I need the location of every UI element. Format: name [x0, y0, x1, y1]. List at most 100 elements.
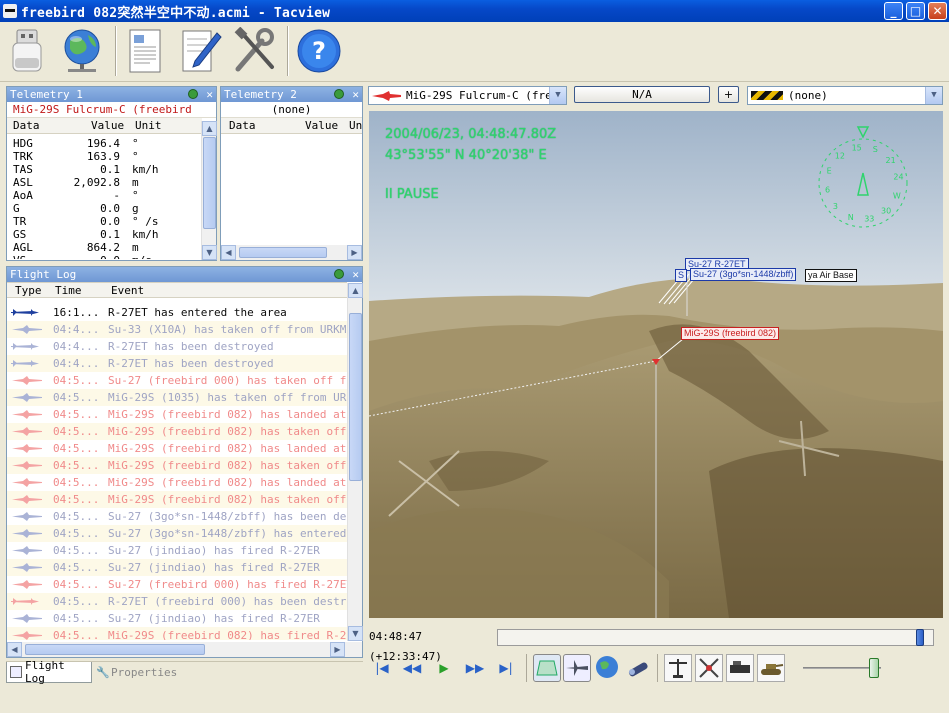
log-row[interactable]: 04:5... MiG-29S (1035) has taken off from…: [7, 389, 347, 406]
tag-airbase[interactable]: ya Air Base: [805, 269, 857, 282]
telemetry-row[interactable]: TRK 163.9 °: [7, 150, 202, 163]
scroll-left-icon[interactable]: ◀: [221, 245, 236, 260]
col-value[interactable]: Value: [305, 118, 338, 134]
cockpit-view-icon[interactable]: [533, 654, 561, 682]
chevron-down-icon[interactable]: ▼: [925, 87, 942, 104]
speed-slider[interactable]: [803, 658, 881, 678]
globe-network-icon[interactable]: [57, 25, 107, 77]
maximize-button[interactable]: □: [906, 2, 925, 20]
log-row[interactable]: 04:5... Su-27 (3go*sn-1448/zbff) has been…: [7, 508, 347, 525]
log-row[interactable]: 04:5... Su-27 (freebird 000) has taken of…: [7, 372, 347, 389]
telemetry-row[interactable]: HDG 196.4 °: [7, 137, 202, 150]
telemetry-1-object[interactable]: MiG-29S Fulcrum-C (freebird 082): [7, 102, 216, 132]
log-row[interactable]: 04:5... Su-27 (jindiao) has fired R-27ER: [7, 559, 347, 576]
pin-icon[interactable]: [188, 89, 198, 99]
log-row[interactable]: 04:5... MiG-29S (freebird 082) has landed…: [7, 406, 347, 423]
help-icon[interactable]: ?: [294, 25, 344, 77]
col-time[interactable]: Time: [55, 283, 82, 299]
globe-view-icon[interactable]: [594, 654, 622, 682]
weapons-icon[interactable]: [695, 654, 723, 682]
usb-drive-icon[interactable]: [2, 25, 52, 77]
flight-log-hscrollbar[interactable]: ◀ ▶: [7, 642, 362, 657]
minimize-button[interactable]: _: [884, 2, 903, 20]
log-row[interactable]: 04:5... MiG-29S (freebird 082) has taken …: [7, 457, 347, 474]
telemetry-row[interactable]: GS 0.1 km/h: [7, 228, 202, 241]
scroll-right-icon[interactable]: ▶: [347, 245, 362, 260]
log-row[interactable]: 04:5... Su-27 (3go*sn-1448/zbff) has ente…: [7, 525, 347, 542]
log-row[interactable]: 04:5... MiG-29S (freebird 082) has landed…: [7, 440, 347, 457]
telemetry-row[interactable]: AoA - °: [7, 189, 202, 202]
fast-forward-icon[interactable]: ▶▶: [463, 656, 487, 680]
tab-properties[interactable]: 🔧 Properties: [92, 662, 182, 682]
tab-flight-log[interactable]: Flight Log: [6, 659, 92, 685]
log-row[interactable]: 04:5... R-27ET (freebird 000) has been de…: [7, 593, 347, 610]
telemetry-row[interactable]: ASL 2,092.8 m: [7, 176, 202, 189]
telemetry-1-scrollbar[interactable]: ▲ ▼: [201, 121, 217, 260]
pin-icon[interactable]: [334, 269, 344, 279]
scroll-thumb[interactable]: [25, 644, 205, 655]
chevron-down-icon[interactable]: ▼: [549, 87, 566, 104]
tank-icon[interactable]: [757, 654, 785, 682]
scroll-left-icon[interactable]: ◀: [7, 642, 22, 657]
3d-view[interactable]: 2004/06/23, 04:48:47.80Z 43°53'55" N 40°…: [369, 111, 943, 618]
log-row[interactable]: 04:5... MiG-29S (freebird 082) has taken …: [7, 491, 347, 508]
flight-log-scrollbar[interactable]: ▲ ▼: [347, 283, 363, 641]
log-row[interactable]: 04:4... R-27ET has been destroyed: [7, 355, 347, 372]
app-icon[interactable]: [3, 4, 17, 18]
rewind-icon[interactable]: ◀◀: [400, 656, 424, 680]
skip-start-icon[interactable]: |◀: [370, 656, 394, 680]
telemetry-row[interactable]: TR 0.0 ° /s: [7, 215, 202, 228]
col-data[interactable]: Data: [229, 118, 256, 134]
scroll-right-icon[interactable]: ▶: [330, 642, 345, 657]
log-row[interactable]: 04:5... MiG-29S (freebird 082) has taken …: [7, 423, 347, 440]
speed-thumb[interactable]: [868, 658, 879, 678]
tag-s-prefix[interactable]: S: [675, 269, 688, 282]
timeline-slider[interactable]: [497, 629, 934, 646]
object-select[interactable]: MiG-29S Fulcrum-C (freel ▼: [368, 86, 567, 105]
col-value[interactable]: Value: [91, 118, 124, 134]
tag-su27-b[interactable]: Su-27 (3go*sn-1448/zbff): [690, 268, 797, 281]
radar-icon[interactable]: [664, 654, 692, 682]
scroll-thumb[interactable]: [203, 137, 216, 229]
log-row[interactable]: 16:1... R-27ET has entered the area: [7, 304, 347, 321]
telemetry-row[interactable]: AGL 864.2 m: [7, 241, 202, 254]
scroll-thumb[interactable]: [349, 313, 362, 481]
telemetry-row[interactable]: TAS 0.1 km/h: [7, 163, 202, 176]
telemetry-row[interactable]: VS 0.0 m/s: [7, 254, 202, 259]
binoculars-icon[interactable]: [625, 654, 653, 682]
telemetry-row[interactable]: G 0.0 g: [7, 202, 202, 215]
scroll-up-icon[interactable]: ▲: [348, 283, 363, 298]
close-icon[interactable]: ✕: [206, 87, 213, 102]
skip-end-icon[interactable]: ▶|: [494, 656, 518, 680]
col-unit[interactable]: Un: [349, 118, 362, 134]
col-unit[interactable]: Unit: [135, 118, 162, 134]
log-row[interactable]: 04:5... MiG-29S (freebird 082) has landed…: [7, 474, 347, 491]
pin-icon[interactable]: [334, 89, 344, 99]
col-event[interactable]: Event: [111, 283, 144, 299]
telemetry-2-object[interactable]: (none): [221, 102, 362, 118]
telemetry-2-hscrollbar[interactable]: ◀ ▶: [221, 245, 362, 260]
scroll-down-icon[interactable]: ▼: [348, 626, 363, 641]
tag-mig29s[interactable]: MiG-29S (freebird 082): [681, 327, 780, 340]
scroll-thumb[interactable]: [239, 247, 327, 258]
log-row[interactable]: 04:5... MiG-29S (freebird 082) has fired …: [7, 627, 347, 640]
log-row[interactable]: 04:5... Su-27 (jindiao) has fired R-27ER: [7, 610, 347, 627]
close-button[interactable]: ✕: [928, 2, 947, 20]
log-row[interactable]: 04:5... Su-27 (jindiao) has fired R-27ER: [7, 542, 347, 559]
play-icon[interactable]: ▶: [432, 656, 456, 680]
target-button[interactable]: N/A: [574, 86, 710, 103]
document-icon[interactable]: [120, 25, 170, 77]
close-icon[interactable]: ✕: [352, 87, 359, 102]
col-data[interactable]: Data: [13, 118, 40, 134]
log-row[interactable]: 04:5... Su-27 (freebird 000) has fired R-…: [7, 576, 347, 593]
secondary-select[interactable]: (none) ▼: [747, 86, 943, 105]
add-button[interactable]: +: [718, 86, 739, 103]
edit-pen-icon[interactable]: [176, 25, 226, 77]
close-icon[interactable]: ✕: [352, 267, 359, 282]
scroll-down-icon[interactable]: ▼: [202, 245, 217, 260]
col-type[interactable]: Type: [15, 283, 42, 299]
log-row[interactable]: 04:4... R-27ET has been destroyed: [7, 338, 347, 355]
aircraft-view-icon[interactable]: [563, 654, 591, 682]
log-row[interactable]: 04:4... Su-33 (X10A) has taken off from U…: [7, 321, 347, 338]
timeline-thumb[interactable]: [916, 629, 925, 646]
